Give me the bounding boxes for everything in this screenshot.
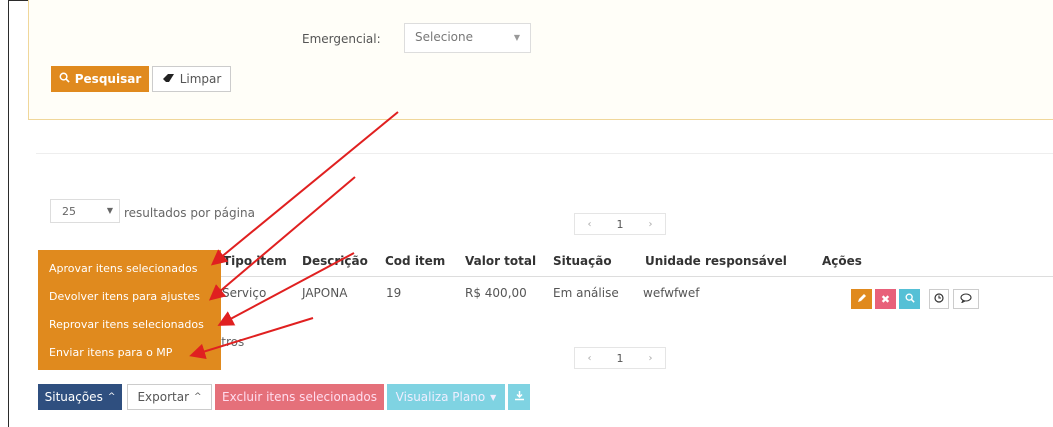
- per-page-select[interactable]: 25 ▼: [50, 199, 120, 223]
- clear-button[interactable]: Limpar: [152, 66, 231, 92]
- menu-item-reprovar[interactable]: Reprovar itens selecionados: [38, 318, 221, 331]
- caret-down-icon: ▼: [490, 392, 497, 402]
- menu-item-devolver[interactable]: Devolver itens para ajustes: [38, 290, 221, 303]
- view-button[interactable]: [899, 289, 920, 309]
- section-divider: [36, 153, 1053, 154]
- pagination-top: ‹ 1 ›: [574, 213, 666, 235]
- eraser-icon: [162, 72, 175, 86]
- search-icon: [59, 72, 70, 86]
- column-header-acoes: Ações: [822, 254, 862, 268]
- page-number-button[interactable]: 1: [617, 218, 624, 231]
- menu-item-enviar-mp[interactable]: Enviar itens para o MP: [38, 346, 221, 359]
- caret-down-icon: ▼: [513, 33, 520, 42]
- prev-page-button[interactable]: ‹: [588, 219, 592, 230]
- column-header-valor-total[interactable]: Valor total: [465, 254, 536, 268]
- cell-descricao: JAPONA: [302, 286, 348, 300]
- situacoes-dropdown-menu: Aprovar itens selecionados Devolver iten…: [38, 250, 221, 370]
- column-header-unidade[interactable]: Unidade responsável: [645, 254, 787, 268]
- caret-up-icon: ^: [107, 392, 116, 402]
- exportar-button[interactable]: Exportar ^: [127, 384, 212, 410]
- emergencial-select-value: Selecione: [415, 30, 473, 44]
- delete-button[interactable]: ✖: [875, 289, 896, 309]
- comment-icon: [960, 292, 972, 306]
- situacoes-button-label: Situações: [44, 390, 103, 404]
- column-header-situacao[interactable]: Situação: [553, 254, 612, 268]
- clear-button-label: Limpar: [179, 72, 222, 86]
- column-header-cod-item[interactable]: Cod item: [385, 254, 445, 268]
- column-header-descricao[interactable]: Descrição: [302, 254, 368, 268]
- per-page-label: resultados por página: [124, 206, 255, 220]
- pencil-icon: [857, 293, 867, 306]
- cell-cod-item: 19: [386, 286, 402, 300]
- history-button[interactable]: [929, 289, 949, 309]
- delete-selected-label: Excluir itens selecionados: [222, 390, 377, 404]
- per-page-value: 25: [62, 205, 76, 218]
- cell-unidade: wefwfwef: [643, 286, 700, 300]
- menu-item-aprovar[interactable]: Aprovar itens selecionados: [38, 262, 221, 275]
- search-button[interactable]: Pesquisar: [51, 66, 149, 92]
- search-icon: [905, 293, 915, 306]
- next-page-button[interactable]: ›: [649, 219, 653, 230]
- page-number-button[interactable]: 1: [617, 352, 624, 365]
- column-header-tipo-item[interactable]: Tipo item: [223, 254, 287, 268]
- exportar-button-label: Exportar: [137, 390, 190, 404]
- situacoes-button[interactable]: Situações ^: [38, 384, 122, 410]
- delete-selected-button[interactable]: Excluir itens selecionados: [215, 384, 384, 410]
- prev-page-button[interactable]: ‹: [588, 353, 592, 364]
- visualiza-plano-button[interactable]: Visualiza Plano ▼: [387, 384, 505, 410]
- close-icon: ✖: [880, 292, 891, 306]
- visualiza-plano-label: Visualiza Plano: [395, 390, 486, 404]
- caret-up-icon: ^: [194, 392, 202, 402]
- cell-valor-total: R$ 400,00: [465, 286, 527, 300]
- search-button-label: Pesquisar: [74, 72, 142, 86]
- clock-icon: [934, 292, 944, 306]
- filter-panel: [28, 0, 1053, 120]
- next-page-button[interactable]: ›: [649, 353, 653, 364]
- edit-button[interactable]: [851, 289, 872, 309]
- emergencial-label: Emergencial:: [302, 32, 381, 46]
- cell-situacao: Em análise: [553, 286, 619, 300]
- cell-tipo-item: Serviço: [222, 286, 267, 300]
- download-button[interactable]: [508, 384, 530, 410]
- caret-down-icon: ▼: [106, 206, 113, 215]
- comment-button[interactable]: [953, 289, 979, 309]
- emergencial-select[interactable]: Selecione ▼: [404, 23, 531, 53]
- download-icon: [514, 390, 525, 404]
- table-header-divider: [212, 276, 1053, 277]
- pagination-bottom: ‹ 1 ›: [574, 347, 666, 369]
